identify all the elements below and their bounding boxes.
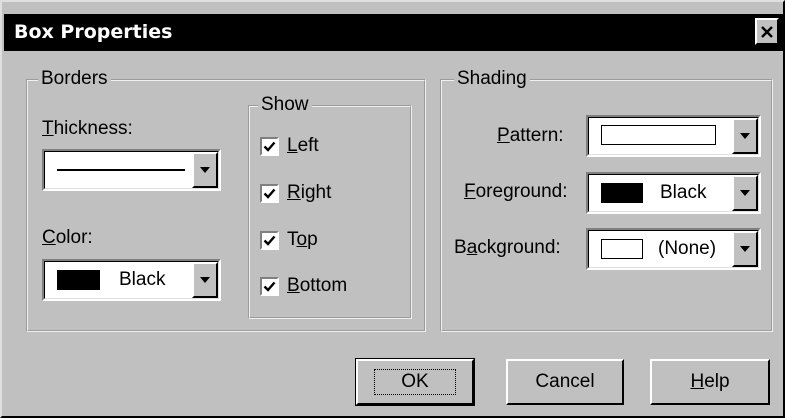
foreground-label: Foreground: [464, 181, 568, 202]
check-icon [263, 235, 276, 246]
close-icon [761, 25, 773, 38]
thickness-label: Thickness: [42, 118, 133, 139]
check-icon [263, 141, 276, 152]
show-right-label: Right [287, 182, 332, 203]
show-top-checkbox[interactable]: Top [260, 229, 318, 251]
thickness-dropdown[interactable] [42, 149, 221, 191]
cancel-label: Cancel [535, 371, 595, 392]
chevron-down-icon [740, 133, 750, 139]
show-bottom-label: Bottom [287, 275, 348, 296]
chevron-down-icon [200, 277, 210, 283]
background-dropdown[interactable]: (None) [586, 228, 761, 270]
color-swatch [57, 270, 100, 290]
check-icon [263, 188, 276, 199]
foreground-dropdown-arrow[interactable] [732, 175, 758, 211]
shading-legend: Shading [454, 68, 530, 90]
cancel-button[interactable]: Cancel [506, 359, 624, 405]
show-legend: Show [258, 94, 312, 116]
pattern-dropdown-arrow[interactable] [732, 118, 758, 154]
pattern-label: Pattern: [497, 125, 564, 146]
show-left-checkbox[interactable]: Left [260, 135, 319, 157]
chevron-down-icon [200, 167, 210, 173]
show-left-label: Left [287, 135, 319, 156]
help-label: Help [690, 371, 730, 392]
show-top-label: Top [287, 229, 318, 250]
window-title: Box Properties [14, 21, 173, 43]
color-dropdown[interactable]: Black [42, 259, 221, 301]
box-properties-dialog: Box Properties Borders Thickness: Color:… [0, 0, 785, 418]
ok-label: OK [374, 369, 456, 395]
show-bottom-checkbox[interactable]: Bottom [260, 275, 347, 297]
background-value: (None) [658, 238, 717, 259]
color-value: Black [119, 269, 166, 290]
thickness-line-preview [57, 169, 185, 171]
check-icon [263, 281, 276, 292]
checkbox-box[interactable] [260, 230, 279, 250]
checkbox-box[interactable] [260, 183, 279, 203]
checkbox-box[interactable] [260, 276, 279, 296]
pattern-dropdown[interactable] [586, 115, 761, 157]
background-swatch [601, 239, 643, 259]
borders-legend: Borders [38, 68, 111, 90]
background-dropdown-arrow[interactable] [732, 231, 758, 267]
chevron-down-icon [740, 190, 750, 196]
pattern-swatch [601, 125, 716, 145]
close-button[interactable] [755, 18, 779, 45]
color-label: Color: [42, 227, 93, 248]
title-bar: Box Properties [4, 14, 783, 51]
checkbox-box[interactable] [260, 136, 279, 156]
show-right-checkbox[interactable]: Right [260, 182, 331, 204]
chevron-down-icon [740, 246, 750, 252]
foreground-value: Black [660, 182, 707, 203]
help-button[interactable]: Help [650, 359, 770, 405]
background-label: Background: [454, 237, 561, 258]
foreground-dropdown[interactable]: Black [586, 172, 761, 214]
thickness-dropdown-arrow[interactable] [192, 152, 218, 188]
color-dropdown-arrow[interactable] [192, 262, 218, 298]
ok-button[interactable]: OK [355, 358, 475, 406]
foreground-swatch [601, 183, 643, 203]
